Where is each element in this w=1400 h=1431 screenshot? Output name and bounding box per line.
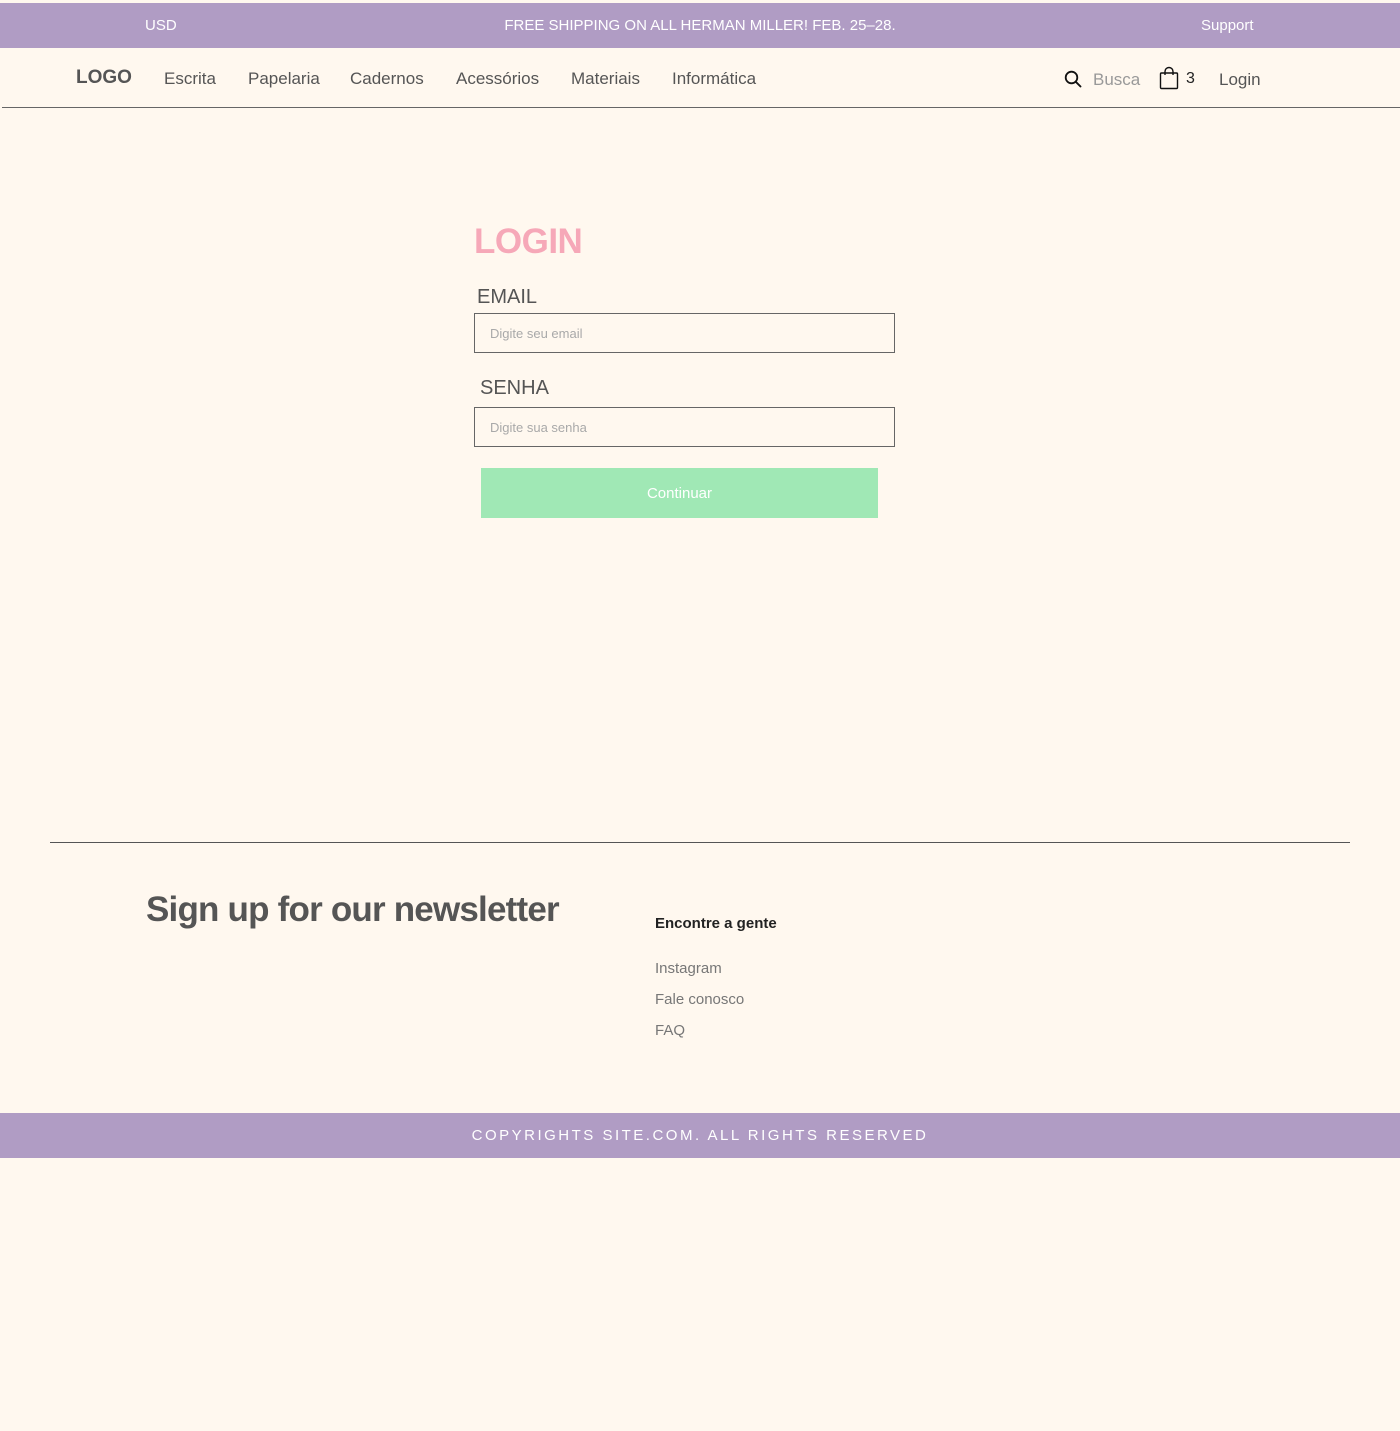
nav-item-papelaria[interactable]: Papelaria [248,69,320,89]
page: USD FREE SHIPPING ON ALL HERMAN MILLER! … [0,0,1400,1431]
nav-item-acessorios[interactable]: Acessórios [456,69,539,89]
continue-button[interactable]: Continuar [481,468,878,518]
announcement-bar: USD FREE SHIPPING ON ALL HERMAN MILLER! … [0,3,1400,48]
support-link[interactable]: Support [1201,17,1254,34]
password-field[interactable] [474,407,895,447]
email-label: EMAIL [477,286,538,308]
password-label: SENHA [480,377,549,399]
nav-item-escrita[interactable]: Escrita [164,69,216,89]
page-title: LOGIN [474,222,583,261]
copyright-text: COPYRIGHTS SITE.COM. ALL RIGHTS RESERVED [471,1127,929,1144]
site-logo[interactable]: LOGO [76,67,132,89]
footer-link-contact[interactable]: Fale conosco [655,991,744,1008]
email-field[interactable] [474,313,895,353]
newsletter-heading: Sign up for our newsletter [146,890,560,929]
search-label[interactable]: Busca [1093,70,1140,90]
site-header: LOGO Escrita Papelaria Cadernos Acessóri… [2,48,1400,108]
find-us-heading: Encontre a gente [655,915,777,932]
nav-item-materiais[interactable]: Materiais [571,69,640,89]
login-link[interactable]: Login [1219,70,1261,90]
footer-link-instagram[interactable]: Instagram [655,960,722,977]
cart-count[interactable]: 3 [1186,70,1195,88]
footer-link-faq[interactable]: FAQ [655,1022,685,1039]
footer-divider [50,842,1350,843]
promo-message: FREE SHIPPING ON ALL HERMAN MILLER! FEB.… [504,17,896,34]
search-icon[interactable] [1064,70,1082,88]
shopping-bag-icon[interactable] [1159,66,1179,90]
nav-item-informatica[interactable]: Informática [672,69,756,89]
copyright-bar: COPYRIGHTS SITE.COM. ALL RIGHTS RESERVED [0,1113,1400,1158]
nav-item-cadernos[interactable]: Cadernos [350,69,424,89]
